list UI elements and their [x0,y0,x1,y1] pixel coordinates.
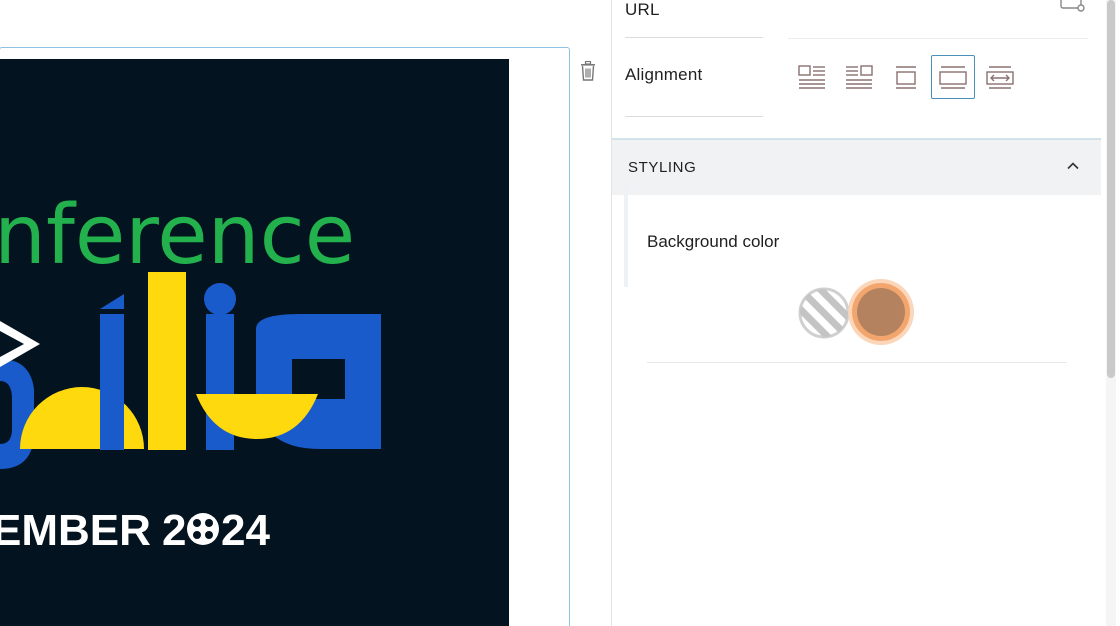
sidebar-scroll-thumb[interactable] [1107,0,1115,378]
conference-banner-image: nference EMBER 2 24 [0,59,509,626]
alignment-options [790,55,1022,101]
styling-section-title: STYLING [628,159,697,176]
align-center-button[interactable] [884,55,928,99]
banner-year-left: 2 [162,506,186,555]
brown-swatch-icon [848,279,914,345]
align-center-icon [896,66,916,89]
align-left-icon [798,65,825,89]
banner-text-conference: nference [0,188,355,283]
link-settings-icon[interactable] [1060,0,1086,14]
styling-section-header[interactable]: STYLING [612,139,1101,195]
align-wide-button[interactable] [931,55,975,99]
url-label-divider [625,37,763,38]
color-swatch-brown[interactable] [846,277,916,347]
banner-text-month: EMBER [0,506,151,555]
chevron-up-icon [1067,162,1079,170]
align-right-button[interactable] [837,55,881,99]
trash-icon [581,61,595,81]
styling-section-accent [624,185,628,287]
delete-block-button[interactable] [577,59,599,83]
styling-divider [647,362,1067,363]
align-left-button[interactable] [790,55,834,99]
banner-year-right: 24 [221,506,270,555]
url-row-divider [788,38,1088,39]
block-settings-sidebar: URL Alignment STYLING Background color [611,0,1120,626]
align-right-icon [846,65,873,89]
background-color-label: Background color [647,232,780,251]
editor-canvas: nference EMBER 2 24 [0,0,611,626]
alignment-label: Alignment [625,65,703,84]
full-width-icon [986,66,1014,89]
url-label: URL [625,0,660,19]
no-color-icon [798,287,850,339]
image-block[interactable]: nference EMBER 2 24 [0,47,570,626]
sidebar-scrollbar[interactable] [1106,0,1116,626]
color-swatch-none[interactable] [797,286,851,340]
section-top-divider [612,138,1101,139]
app-root: nference EMBER 2 24 URL Alignment STYLIN… [0,0,1120,626]
align-full-width-button[interactable] [978,55,1022,99]
alignment-divider [625,116,763,117]
url-input[interactable] [788,0,1056,39]
align-wide-icon [939,66,967,89]
